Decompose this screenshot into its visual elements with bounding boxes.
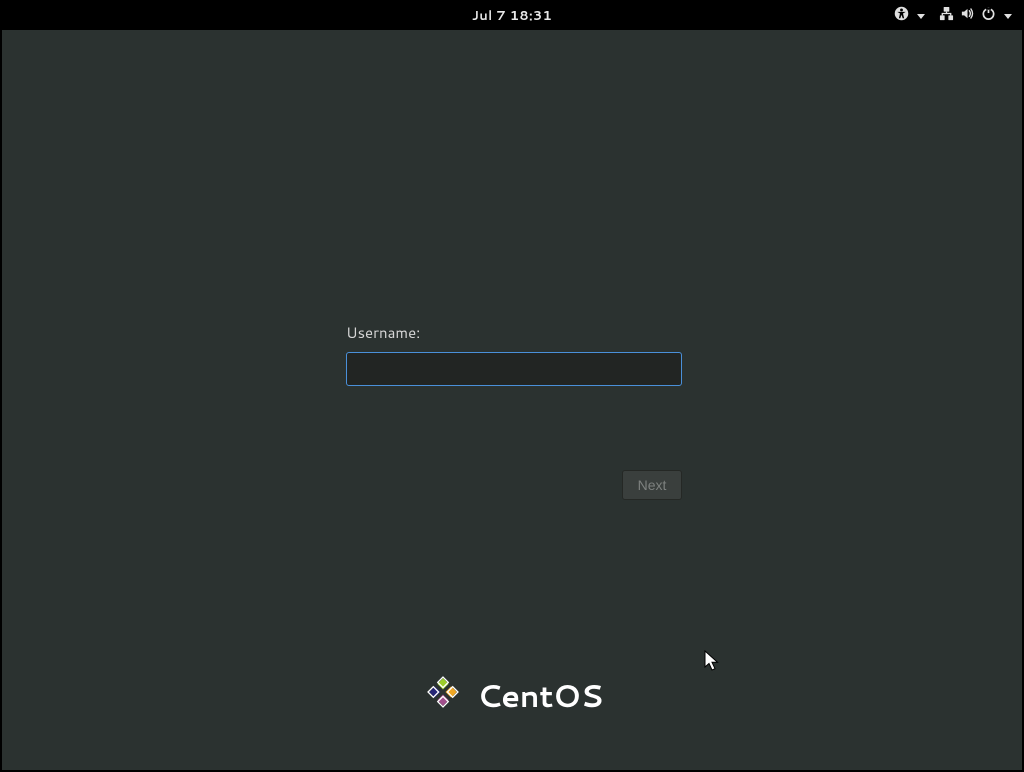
volume-icon	[960, 6, 975, 26]
distro-name: CentOS	[477, 673, 603, 717]
accessibility-icon	[894, 6, 909, 26]
next-button[interactable]: Next	[622, 470, 682, 500]
username-label: Username:	[346, 322, 682, 343]
login-prompt: Username: Next	[346, 322, 682, 386]
system-menu[interactable]	[939, 6, 1012, 26]
accessibility-menu[interactable]	[894, 6, 925, 26]
centos-logo-icon	[421, 670, 465, 720]
power-icon	[981, 6, 996, 26]
status-area	[894, 6, 1012, 26]
network-wired-icon	[939, 6, 954, 26]
chevron-down-icon	[917, 14, 925, 19]
mouse-cursor-icon	[704, 650, 722, 680]
distro-branding: CentOS	[421, 670, 603, 720]
clock[interactable]: Jul 7 18:31	[472, 7, 552, 25]
chevron-down-icon	[1004, 14, 1012, 19]
username-input[interactable]	[346, 352, 682, 386]
top-panel: Jul 7 18:31	[2, 2, 1022, 30]
